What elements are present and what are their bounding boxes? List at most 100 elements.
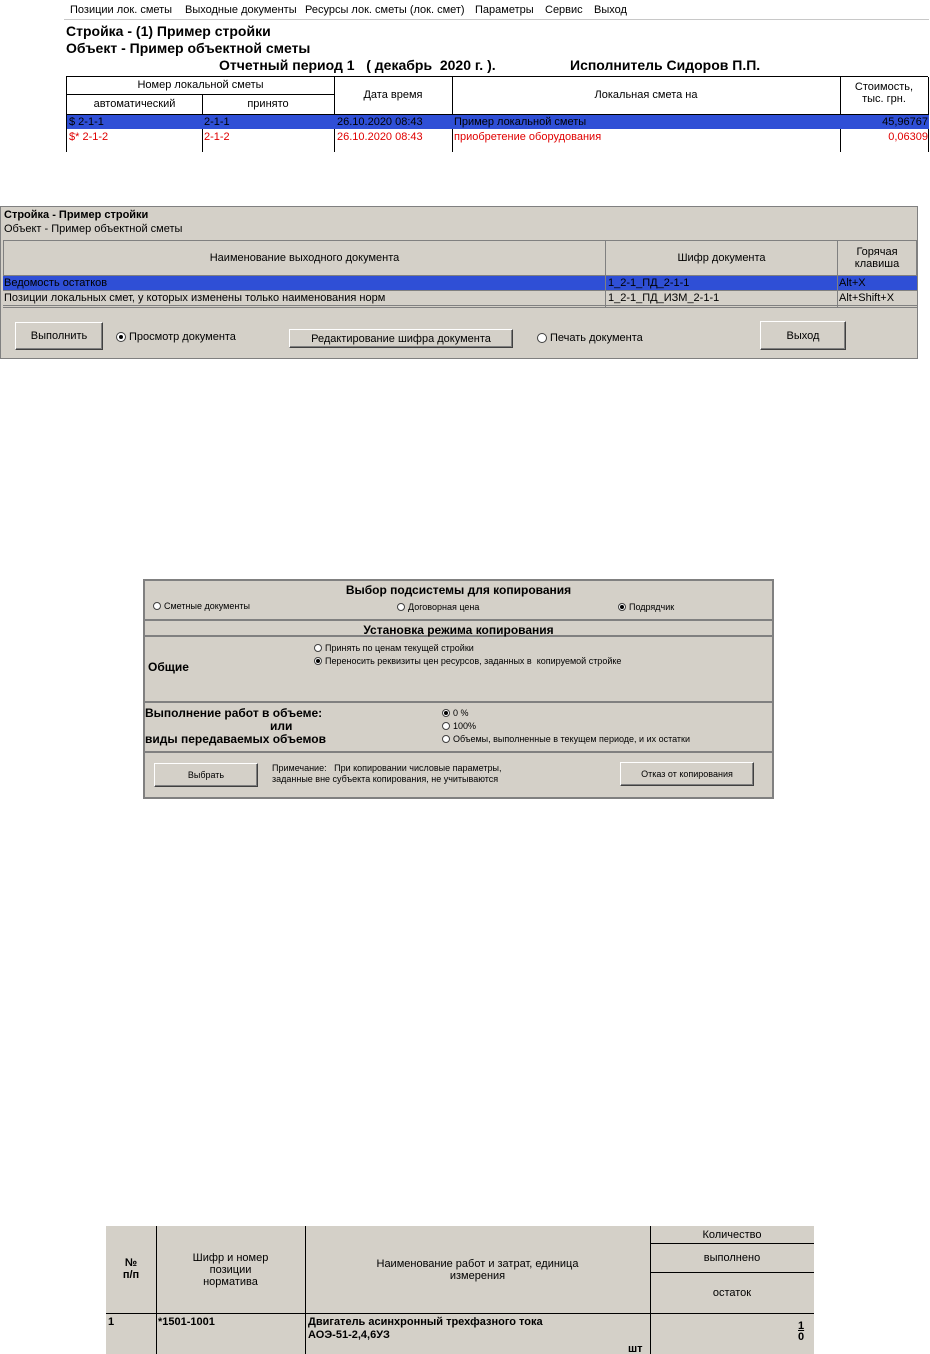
note-line1: Примечание: При копировании числовые пар…: [272, 763, 502, 773]
menu-item-output-docs[interactable]: Выходные документы: [185, 4, 297, 16]
menu-item-positions[interactable]: Позиции лок. сметы: [70, 4, 172, 16]
cell-accepted: 2-1-1: [204, 116, 230, 128]
period-volumes-label: Объемы, выполненные в текущем периоде, и…: [453, 734, 691, 744]
current-prices-radio[interactable]: Принять по ценам текущей стройки: [314, 643, 474, 653]
radio-empty-icon: [397, 603, 405, 611]
cell-hotkey: Alt+Shift+X: [839, 292, 895, 304]
period-volumes-radio[interactable]: Объемы, выполненные в текущем периоде, и…: [442, 734, 690, 744]
row-norm-code: *1501-1001: [158, 1316, 215, 1328]
col-work-name-line2: измерения: [449, 1270, 506, 1283]
col-norm-code-line1: Шифр и номер: [192, 1252, 269, 1264]
cell-name: Пример локальной сметы: [454, 116, 587, 128]
col-work-name-line1: Наименование работ и затрат, единица: [376, 1258, 579, 1270]
transfer-prices-radio[interactable]: Переносить реквизиты цен ресурсов, задан…: [314, 656, 621, 666]
col-hotkey-line2: клавиша: [854, 258, 900, 270]
col-work-name: Наименование работ и затрат, единица изм…: [305, 1258, 650, 1282]
cell-accepted: 2-1-2: [204, 131, 230, 143]
exit-button[interactable]: Выход: [760, 321, 846, 350]
local-estimates-window: Позиции лок. сметы Выходные документы Ре…: [64, 0, 929, 152]
radio-selected-icon: [314, 657, 322, 665]
radio-empty-icon: [537, 333, 547, 343]
cell-doc-code: 1_2-1_ПД_2-1-1: [608, 277, 690, 289]
select-button[interactable]: Выбрать: [154, 763, 258, 787]
execute-button[interactable]: Выполнить: [15, 322, 103, 350]
cell-doc-code: 1_2-1_ПД_ИЗМ_2-1-1: [608, 292, 720, 304]
row-num: 1: [108, 1316, 115, 1328]
estimate-docs-radio[interactable]: Сметные документы: [153, 601, 250, 611]
menu-item-parameters[interactable]: Параметры: [475, 4, 534, 16]
general-label: Общие: [148, 660, 189, 674]
estimate-docs-label: Сметные документы: [164, 601, 250, 611]
cancel-copy-button[interactable]: Отказ от копирования: [620, 762, 754, 786]
zero-percent-label: 0 %: [453, 708, 469, 718]
col-auto: автоматический: [93, 98, 176, 110]
table-row[interactable]: Ведомость остатков 1_2-1_ПД_2-1-1 Alt+X: [3, 276, 917, 291]
cell-auto: $* 2-1-2: [69, 131, 109, 143]
radio-empty-icon: [153, 602, 161, 610]
cell-datetime: 26.10.2020 08:43: [337, 131, 423, 143]
cell-doc-name: Позиции локальных смет, у которых измене…: [4, 292, 386, 304]
print-document-label: Печать документа: [550, 332, 643, 344]
col-doc-name: Наименование выходного документа: [3, 240, 606, 276]
zero-percent-radio[interactable]: 0 %: [442, 708, 469, 718]
radio-selected-icon: [442, 709, 450, 717]
table-row[interactable]: Позиции локальных смет, у которых измене…: [3, 291, 917, 306]
copy-settings-dialog: Выбор подсистемы для копирования Сметные…: [143, 579, 774, 799]
col-cost-line2: тыс. грн.: [862, 92, 906, 105]
menu-item-resources[interactable]: Ресурсы лок. сметы (лок. смет): [305, 4, 465, 16]
table-row[interactable]: $ 2-1-1 2-1-1 26.10.2020 08:43 Пример ло…: [67, 115, 929, 129]
col-done: выполнено: [703, 1252, 761, 1264]
radio-empty-icon: [314, 644, 322, 652]
contractor-radio[interactable]: Подрядчик: [618, 602, 674, 612]
col-norm-code: Шифр и номер позиции норматива: [156, 1252, 305, 1288]
view-document-radio[interactable]: Просмотр документа: [116, 331, 236, 343]
executor: Исполнитель Сидоров П.П.: [570, 57, 761, 73]
row-work-name: Двигатель асинхронный трехфазного тока: [308, 1316, 543, 1328]
cell-doc-name: Ведомость остатков: [4, 277, 108, 289]
radio-empty-icon: [442, 722, 450, 730]
col-cost-line1: Стоимость,: [854, 81, 914, 93]
or-label: или: [270, 719, 293, 733]
row-work-name-line2: АОЭ-51-2,4,6УЗ: [308, 1329, 390, 1341]
hundred-percent-radio[interactable]: 100%: [442, 721, 476, 731]
menu-bar: Позиции лок. сметы Выходные документы Ре…: [64, 0, 929, 20]
col-cost: Стоимость, тыс. грн.: [840, 81, 928, 105]
cell-cost: 45,96767: [882, 116, 928, 128]
col-accepted: принято: [247, 98, 289, 110]
estimate-positions-table: № п/п Шифр и номер позиции норматива Наи…: [106, 1226, 814, 1354]
edit-code-button[interactable]: Редактирование шифра документа: [289, 329, 513, 348]
view-document-label: Просмотр документа: [129, 331, 236, 343]
col-num-line1: №: [124, 1257, 138, 1269]
col-num-line2: п/п: [122, 1269, 140, 1282]
subsystem-title: Выбор подсистемы для копирования: [345, 583, 572, 597]
menu-item-service[interactable]: Сервис: [545, 4, 583, 16]
contract-price-radio[interactable]: Договорная цена: [397, 602, 479, 612]
hundred-percent-label: 100%: [453, 721, 477, 731]
note-line2: заданные вне субъекта копирования, не уч…: [272, 773, 499, 784]
col-doc-code: Шифр документа: [606, 240, 838, 276]
table-row[interactable]: $* 2-1-2 2-1-2 26.10.2020 08:43 приобрет…: [67, 130, 929, 144]
contractor-label: Подрядчик: [629, 602, 675, 612]
construction-title: Стройка - (1) Пример стройки: [66, 23, 271, 39]
volume-types-label: виды передаваемых объемов: [145, 732, 326, 746]
radio-empty-icon: [442, 735, 450, 743]
print-document-radio[interactable]: Печать документа: [537, 332, 643, 344]
local-estimates-table: Номер локальной сметы автоматический при…: [66, 76, 929, 152]
row-unit: шт: [628, 1343, 643, 1354]
cell-auto: $ 2-1-1: [69, 116, 104, 128]
reporting-period: Отчетный период 1 ( декабрь 2020 г. ).: [219, 57, 496, 73]
radio-selected-icon: [618, 603, 626, 611]
menu-item-exit[interactable]: Выход: [594, 4, 627, 16]
copy-mode-title: Установка режима копирования: [363, 623, 554, 637]
col-num: № п/п: [106, 1257, 156, 1281]
col-norm-code-line2: позиции: [209, 1264, 252, 1277]
col-hotkey-line1: Горячая: [856, 245, 898, 258]
contract-price-label: Договорная цена: [408, 602, 480, 612]
col-datetime: Дата время: [363, 89, 423, 101]
col-local-estimate: Локальная смета на: [594, 89, 698, 101]
col-local-number: Номер локальной сметы: [137, 79, 264, 91]
object-title: Объект - Пример объектной сметы: [4, 223, 183, 235]
col-rest: остаток: [712, 1287, 752, 1299]
object-title: Объект - Пример объектной сметы: [66, 40, 311, 56]
col-quantity: Количество: [702, 1229, 762, 1241]
